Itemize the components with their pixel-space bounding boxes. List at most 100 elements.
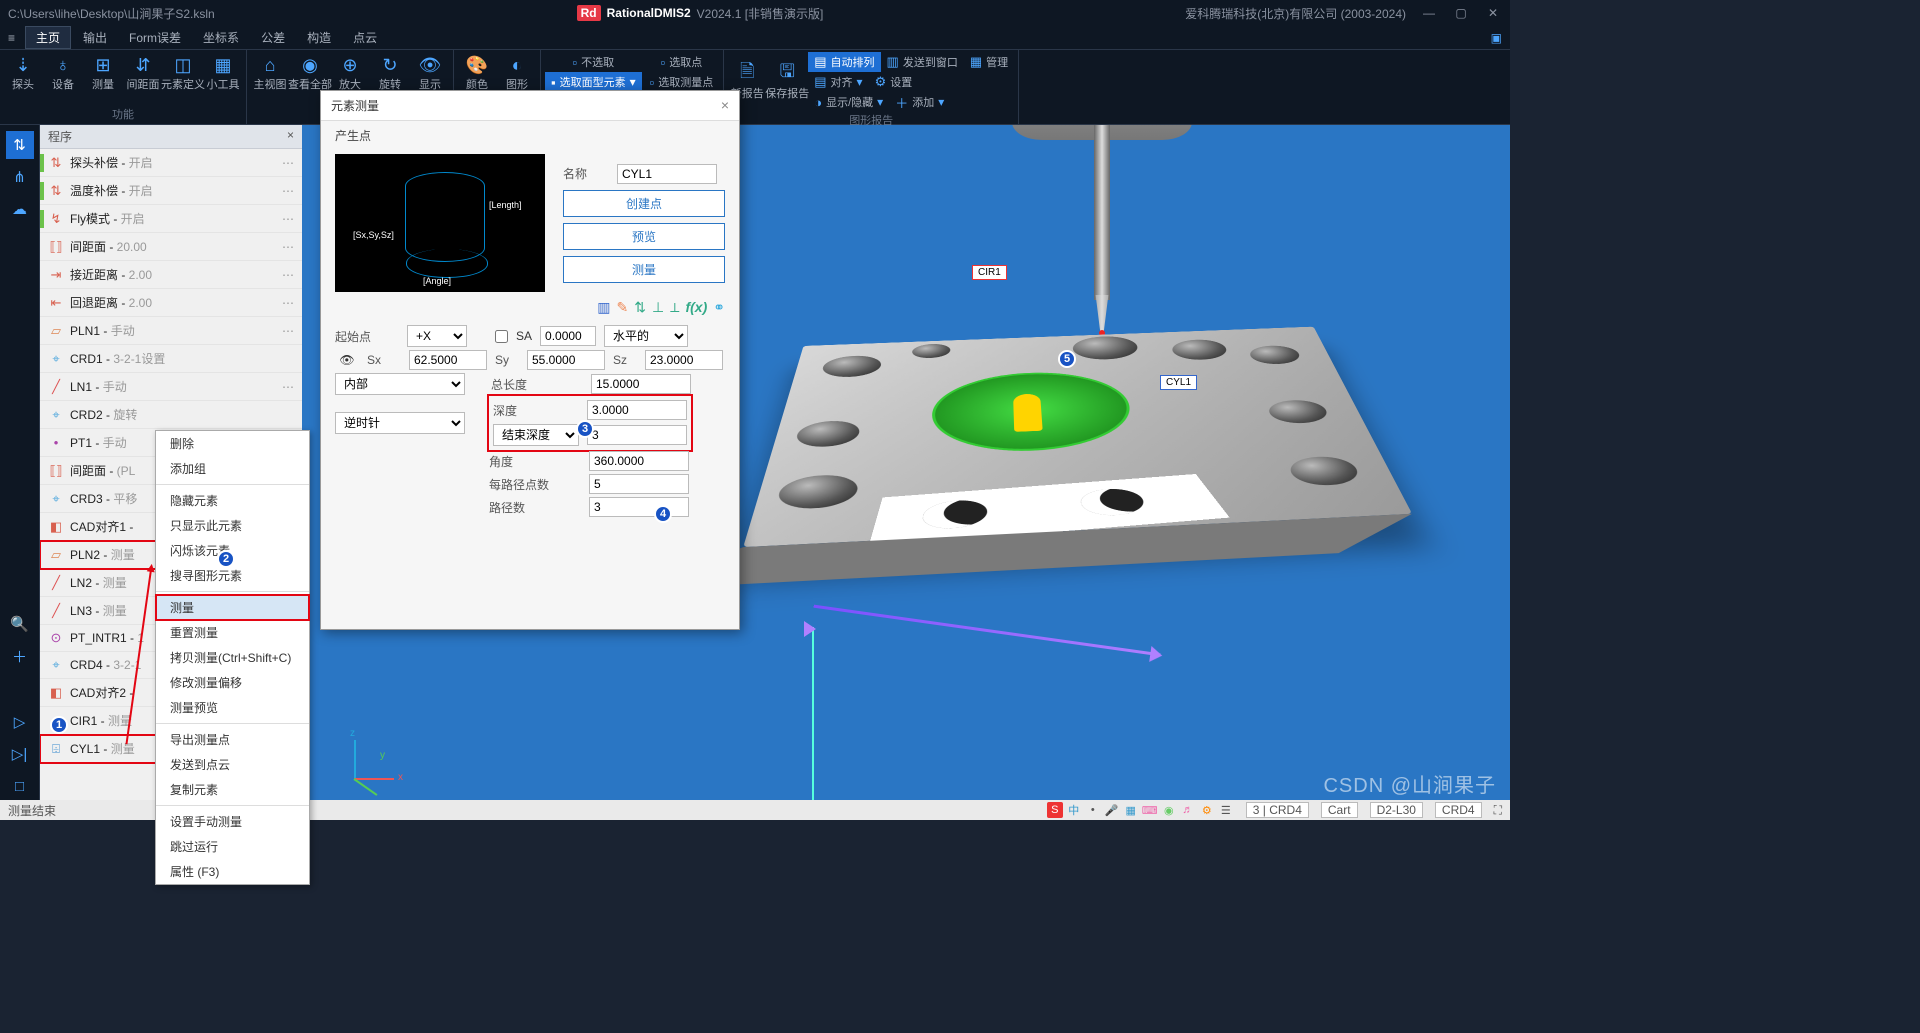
btn-savereport[interactable]: 🖫保存报告 xyxy=(768,52,806,112)
dialog-close-icon[interactable]: × xyxy=(721,97,729,114)
status-expand-icon[interactable]: ⛶ xyxy=(1494,803,1502,818)
btn-add[interactable]: ＋添加▾ xyxy=(889,92,950,112)
total-input[interactable] xyxy=(591,374,691,394)
btn-clearance[interactable]: ⇵间距面 xyxy=(124,52,162,94)
btn-elemdef[interactable]: ◫元素定义 xyxy=(164,52,202,94)
btn-graphic[interactable]: ◐图形 xyxy=(498,52,536,94)
ctx-搜寻图形元素[interactable]: 搜寻图形元素 xyxy=(156,563,309,588)
dir-select[interactable]: 逆时针 xyxy=(335,412,465,434)
perpath-input[interactable] xyxy=(589,474,689,494)
preview-button[interactable]: 预览 xyxy=(563,223,725,250)
tree-close-icon[interactable]: × xyxy=(287,128,294,145)
start-axis-select[interactable]: +X xyxy=(407,325,467,347)
measure-dialog[interactable]: 元素测量 × 产生点 [Length] [Sx,Sy,Sz] [Angle] 名… xyxy=(320,90,740,630)
leftbar-play-icon[interactable]: ▷ xyxy=(6,708,34,736)
minimize-button[interactable]: — xyxy=(1420,6,1438,20)
btn-manage[interactable]: ▦管理 xyxy=(964,52,1014,72)
tool-icon[interactable]: ⇅ xyxy=(634,299,646,316)
tool-icon[interactable]: ⚭ xyxy=(713,299,725,316)
leftbar-stop-icon[interactable]: □ xyxy=(6,772,34,800)
maximize-button[interactable]: ▢ xyxy=(1452,6,1470,20)
btn-noselect[interactable]: ▫不选取 xyxy=(545,52,642,72)
paths-input[interactable] xyxy=(589,497,689,517)
btn-device[interactable]: ♁设备 xyxy=(44,52,82,94)
leftbar-tree-icon[interactable]: ⇅ xyxy=(6,131,34,159)
btn-measure[interactable]: ⊞测量 xyxy=(84,52,122,94)
btn-selectpoint[interactable]: ▫选取点 xyxy=(644,52,720,72)
tool-icon[interactable]: ▥ xyxy=(597,299,610,316)
leftbar-add-icon[interactable]: ＋ xyxy=(6,642,34,670)
btn-settings[interactable]: ⚙设置 xyxy=(869,72,919,92)
ctx-修改测量偏移[interactable]: 修改测量偏移 xyxy=(156,670,309,695)
menu-tol[interactable]: 公差 xyxy=(251,27,295,48)
tree-item-回退距离[interactable]: ⇤回退距离 - 2.00⋯ xyxy=(40,289,302,317)
status-crd2[interactable]: CRD4 xyxy=(1435,802,1482,818)
tree-item-接近距离[interactable]: ⇥接近距离 - 2.00⋯ xyxy=(40,261,302,289)
leftbar-skip-icon[interactable]: ▷| xyxy=(6,740,34,768)
tree-item-CRD2[interactable]: ⌖CRD2 - 旋转 xyxy=(40,401,302,429)
btn-rotate[interactable]: ↻旋转 xyxy=(371,52,409,94)
depth-input[interactable] xyxy=(587,400,687,420)
plane-select[interactable]: 水平的 xyxy=(604,325,688,347)
angle-input[interactable] xyxy=(589,451,689,471)
create-point-button[interactable]: 创建点 xyxy=(563,190,725,217)
hamburger-icon[interactable]: ≡ xyxy=(8,31,15,45)
close-button[interactable]: ✕ xyxy=(1484,6,1502,20)
ctx-跳过运行[interactable]: 跳过运行 xyxy=(156,834,309,859)
tool-icon[interactable]: ⟂ xyxy=(670,299,679,316)
ctx-设置手动测量[interactable]: 设置手动测量 xyxy=(156,809,309,834)
tree-item-LN1[interactable]: ╱LN1 - 手动⋯ xyxy=(40,373,302,401)
ctx-测量[interactable]: 测量 xyxy=(156,595,309,620)
btn-autoalign[interactable]: ▤自动排列 xyxy=(808,52,880,72)
help-icon[interactable]: ▣ xyxy=(1491,31,1502,45)
ctx-拷贝测量(Ctrl+Shift+C)[interactable]: 拷贝测量(Ctrl+Shift+C) xyxy=(156,645,309,670)
ctx-隐藏元素[interactable]: 隐藏元素 xyxy=(156,488,309,513)
btn-showhide[interactable]: ◑显示/隐藏▾ xyxy=(808,92,889,112)
btn-viewall[interactable]: ◉查看全部 xyxy=(291,52,329,94)
tool-icon[interactable]: f(x) xyxy=(685,299,707,316)
ctx-发送到点云[interactable]: 发送到点云 xyxy=(156,752,309,777)
tool-icon[interactable]: ⊥ xyxy=(652,299,664,316)
dialog-titlebar[interactable]: 元素测量 × xyxy=(321,91,739,121)
tool-icon[interactable]: ✎ xyxy=(616,299,628,316)
leftbar-search-icon[interactable]: 🔍 xyxy=(6,610,34,638)
tree-item-PLN1[interactable]: ▱PLN1 - 手动⋯ xyxy=(40,317,302,345)
leftbar-flow-icon[interactable]: ⋔ xyxy=(6,163,34,191)
inner-select[interactable]: 内部 xyxy=(335,373,465,395)
btn-probe[interactable]: ⇣探头 xyxy=(4,52,42,94)
sy-input[interactable] xyxy=(527,350,605,370)
status-cart[interactable]: Cart xyxy=(1321,802,1358,818)
menu-cloud[interactable]: 点云 xyxy=(343,27,387,48)
ctx-添加组[interactable]: 添加组 xyxy=(156,456,309,481)
tree-item-CRD1[interactable]: ⌖CRD1 - 3-2-1设置 xyxy=(40,345,302,373)
ctx-导出测量点[interactable]: 导出测量点 xyxy=(156,727,309,752)
sx-input[interactable] xyxy=(409,350,487,370)
ctx-属性 (F3)[interactable]: 属性 (F3) xyxy=(156,859,309,884)
btn-selectface[interactable]: ▪选取面型元素▾ xyxy=(545,72,642,92)
menu-crd[interactable]: 坐标系 xyxy=(193,27,249,48)
eye-icon[interactable]: 👁 xyxy=(335,353,359,367)
sa-input[interactable] xyxy=(540,326,596,346)
status-crd[interactable]: 3 | CRD4 xyxy=(1246,802,1309,818)
sz-input[interactable] xyxy=(645,350,723,370)
btn-sendwin[interactable]: ▥发送到窗口 xyxy=(881,52,964,72)
context-menu[interactable]: 删除添加组隐藏元素只显示此元素闪烁该元素搜寻图形元素测量重置测量拷贝测量(Ctr… xyxy=(155,430,310,885)
enddepth-input[interactable] xyxy=(587,425,687,445)
btn-tools[interactable]: ▦小工具 xyxy=(204,52,242,94)
ctx-删除[interactable]: 删除 xyxy=(156,431,309,456)
ctx-复制元素[interactable]: 复制元素 xyxy=(156,777,309,802)
sa-checkbox[interactable] xyxy=(495,330,508,343)
tree-item-Fly模式[interactable]: ↯Fly模式 - 开启⋯ xyxy=(40,205,302,233)
menu-form[interactable]: Form误差 xyxy=(119,27,191,48)
btn-color[interactable]: 🎨颜色 xyxy=(458,52,496,94)
btn-display[interactable]: 👁显示 xyxy=(411,52,449,94)
btn-selectmeaspt[interactable]: ▫选取测量点 xyxy=(644,72,720,92)
ctx-只显示此元素[interactable]: 只显示此元素 xyxy=(156,513,309,538)
tree-item-温度补偿[interactable]: ⇅温度补偿 - 开启⋯ xyxy=(40,177,302,205)
tree-item-间距面[interactable]: ⟦⟧间距面 - 20.00⋯ xyxy=(40,233,302,261)
menu-construct[interactable]: 构造 xyxy=(297,27,341,48)
status-probe[interactable]: D2-L30 xyxy=(1370,802,1423,818)
measure-button[interactable]: 测量 xyxy=(563,256,725,283)
btn-zoom[interactable]: ⊕放大 xyxy=(331,52,369,94)
leftbar-cloud-icon[interactable]: ☁ xyxy=(6,195,34,223)
